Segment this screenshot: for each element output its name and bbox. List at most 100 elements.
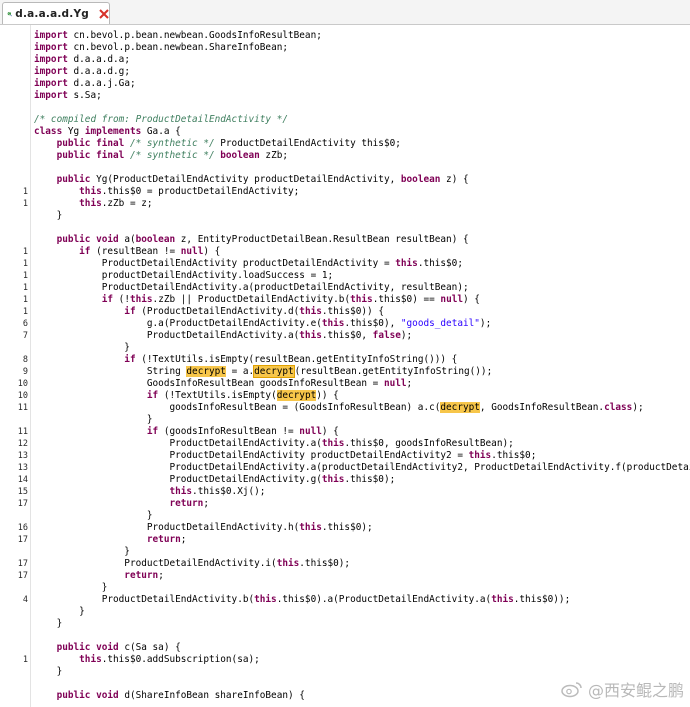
code-line: } <box>34 510 153 522</box>
code-token: ); <box>632 402 644 413</box>
code-token: ProductDetailEndActivity productDetailEn… <box>34 450 469 461</box>
code-line: } <box>34 414 153 426</box>
code-token: } <box>34 210 63 221</box>
line-number <box>0 630 28 642</box>
line-number: 1 <box>22 307 28 317</box>
code-line: ProductDetailEndActivity.a(this.this$0, … <box>34 330 412 342</box>
code-line: } <box>34 606 85 618</box>
code-token: return <box>34 498 204 509</box>
code-token: ) { <box>203 246 221 257</box>
code-line: if (!TextUtils.isEmpty(resultBean.getEnt… <box>34 354 457 366</box>
code-token: } <box>34 342 130 353</box>
code-line: productDetailEndActivity.loadSuccess = 1… <box>34 270 333 282</box>
line-number <box>0 138 28 150</box>
code-token: } <box>34 414 153 425</box>
code-editor[interactable]: 1 1 1 1 1 1 1 1 6 7 8 9 10 10 11 11 12 13 13 14 15 17 16 17 17 17… <box>0 25 690 707</box>
line-number <box>0 342 28 354</box>
code-token: this <box>34 186 102 197</box>
line-number: 7 <box>22 331 28 341</box>
code-token: class <box>34 126 68 137</box>
code-token: public void <box>34 690 125 701</box>
code-line: if (resultBean != null) { <box>34 246 220 258</box>
code-token: a( <box>124 234 136 245</box>
line-number: 1 <box>22 259 28 269</box>
line-number-gutter: 1 1 1 1 1 1 1 1 6 7 8 9 10 10 11 11 12 13 13 14 15 17 16 17 17 17… <box>0 25 31 707</box>
code-token: public final <box>34 150 130 161</box>
code-token: .this$0; <box>417 258 463 269</box>
line-number <box>0 414 28 426</box>
code-line: public void c(Sa sa) { <box>34 642 181 654</box>
code-token: zZb; <box>265 150 288 161</box>
code-token: Yg <box>67 126 85 137</box>
code-area[interactable]: import cn.bevol.p.bean.newbean.GoodsInfo… <box>34 25 690 707</box>
code-token: class <box>604 402 633 413</box>
code-token: import <box>34 42 74 53</box>
code-token: .this$0); <box>321 522 373 533</box>
code-token: )) { <box>316 390 339 401</box>
code-token: .this$0)); <box>513 594 571 605</box>
code-token: if <box>34 354 142 365</box>
code-token: z) { <box>446 174 469 185</box>
tab-title: d.a.a.a.d.Yg <box>15 7 89 20</box>
close-icon[interactable] <box>99 8 109 20</box>
tab-class-file[interactable]: C d.a.a.a.d.Yg <box>2 2 110 24</box>
code-line: g.a(ProductDetailEndActivity.e(this.this… <box>34 318 491 330</box>
code-line: public Yg(ProductDetailEndActivity produ… <box>34 174 469 186</box>
line-number <box>0 114 28 126</box>
code-token: this <box>276 558 300 569</box>
highlighted-token: decrypt <box>440 402 480 413</box>
code-line: if (!this.zZb || ProductDetailEndActivit… <box>34 294 480 306</box>
code-token: d.a.a.d.a; <box>73 54 130 65</box>
code-token: cn.bevol.p.bean.newbean.ShareInfoBean; <box>73 42 288 53</box>
code-token: String <box>34 366 187 377</box>
line-number: 13 <box>17 451 28 461</box>
code-token: import <box>34 90 74 101</box>
code-token: ProductDetailEndActivity.a(productDetail… <box>34 282 469 293</box>
code-token: if <box>34 246 97 257</box>
code-token: .this$0) == <box>372 294 441 305</box>
code-token: ; <box>180 534 187 545</box>
code-token: null <box>440 294 463 305</box>
code-line: return; <box>34 534 187 546</box>
line-number <box>0 666 28 678</box>
highlighted-token: decrypt <box>253 365 295 378</box>
code-token: this <box>299 522 322 533</box>
code-token: ; <box>203 498 209 509</box>
code-token: if <box>34 294 119 305</box>
code-token: goodsInfoResultBean = (GoodsInfoResultBe… <box>34 402 441 413</box>
code-token: import <box>34 54 74 65</box>
java-class-search-icon: C <box>7 11 12 16</box>
code-token: /* synthetic */ <box>129 138 221 149</box>
code-line: import d.a.a.j.Ga; <box>34 78 136 90</box>
code-token: .zZb = z; <box>101 198 153 209</box>
line-number <box>0 210 28 222</box>
code-token: this <box>321 438 345 449</box>
code-line: if (goodsInfoResultBean != null) { <box>34 426 339 438</box>
code-token: this <box>129 294 153 305</box>
line-number: 17 <box>17 499 28 509</box>
code-token: public final <box>34 138 130 149</box>
code-line: if (!TextUtils.isEmpty(decrypt)) { <box>34 390 339 402</box>
code-token: ); <box>400 330 413 341</box>
code-token: if <box>34 306 142 317</box>
code-line: public final /* synthetic */ ProductDeta… <box>34 138 401 150</box>
line-number <box>0 642 28 654</box>
line-number: 1 <box>22 187 28 197</box>
line-number: 17 <box>17 571 28 581</box>
code-line: } <box>34 546 130 558</box>
code-line: GoodsInfoResultBean goodsInfoResultBean … <box>34 378 412 390</box>
code-token: (ProductDetailEndActivity.d( <box>141 306 300 317</box>
code-token: z, EntityProductDetailBean.ResultBean re… <box>180 234 469 245</box>
code-line: ProductDetailEndActivity.g(this.this$0); <box>34 474 395 486</box>
code-token: .this$0 = productDetailEndActivity; <box>101 186 300 197</box>
code-token: ProductDetailEndActivity.a( <box>34 330 300 341</box>
code-token: Ga.a { <box>146 126 181 137</box>
code-line: ProductDetailEndActivity productDetailEn… <box>34 258 463 270</box>
code-line: ProductDetailEndActivity.a(productDetail… <box>34 282 469 294</box>
code-token: ) { <box>321 426 339 437</box>
code-line: public final /* synthetic */ boolean zZb… <box>34 150 288 162</box>
code-line: import s.Sa; <box>34 90 102 102</box>
code-token: .this$0); <box>344 474 396 485</box>
code-token: } <box>34 510 153 521</box>
code-line: this.this$0.Xj(); <box>34 486 265 498</box>
